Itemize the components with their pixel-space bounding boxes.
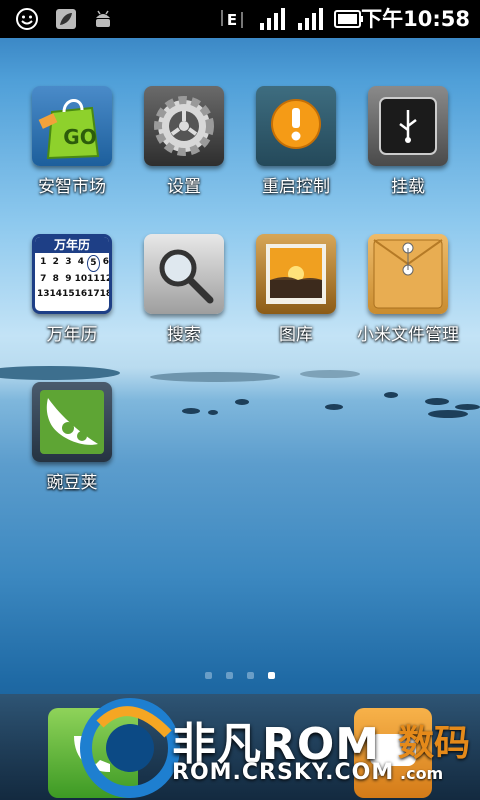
calendar-day: 9 — [65, 274, 72, 284]
watermark-logo — [80, 698, 180, 798]
calendar-day: 16 — [74, 289, 88, 299]
calendar-day: 12 — [99, 274, 112, 284]
android-debug-icon — [92, 6, 114, 32]
app-settings[interactable]: 设置 — [128, 86, 240, 216]
pea-pod-icon — [32, 382, 112, 462]
go-shopping-bag-icon: GO — [32, 86, 112, 166]
calendar-day: 5 — [87, 255, 100, 272]
page-dot[interactable] — [268, 672, 275, 679]
calendar-day: 7 — [40, 274, 47, 284]
app-label: 小米文件管理 — [357, 325, 459, 345]
clock: 下午10:58 — [361, 7, 470, 31]
app-label: 豌豆荚 — [46, 473, 98, 493]
calendar-day: 10 — [74, 274, 88, 284]
app-wandoujia[interactable]: 豌豆荚 — [16, 382, 128, 512]
page-indicator[interactable] — [205, 672, 285, 682]
calendar-day: 3 — [65, 257, 72, 267]
calendar-day: 8 — [52, 274, 59, 284]
page-dot[interactable] — [247, 672, 254, 679]
signal-1-icon — [258, 6, 286, 32]
calendar-title: 万年历 — [35, 237, 109, 253]
page-dot[interactable] — [226, 672, 233, 679]
watermark-side-domain: .com — [400, 764, 444, 783]
app-search[interactable]: 搜索 — [128, 234, 240, 364]
gallery-sunset-icon — [256, 234, 336, 314]
home-screen: E 下午10:58 GO 安智市场 设置 重启控制 挂载 万年历 1 2 3 4… — [0, 0, 480, 800]
watermark-side-text: 数码 — [398, 723, 471, 764]
calendar-days: 1 2 3 4 5 6 7 8 9 10 11 12 13 14 15 16 17 18 — [35, 253, 109, 302]
calendar-day: 18 — [99, 289, 112, 299]
battery-icon — [334, 6, 364, 32]
calendar-day: 2 — [52, 257, 59, 267]
usb-icon — [368, 86, 448, 166]
data-activity-icon: E — [218, 6, 246, 32]
leaf-notification-icon — [54, 6, 78, 32]
signal-2-icon — [296, 6, 324, 32]
app-anzhi-market[interactable]: GO 安智市场 — [16, 86, 128, 216]
app-mi-file-manager[interactable]: 小米文件管理 — [352, 234, 464, 364]
app-gallery[interactable]: 图库 — [240, 234, 352, 364]
calendar-day: 15 — [62, 289, 75, 299]
calendar-day: 13 — [37, 289, 50, 299]
calendar-day: 14 — [49, 289, 63, 299]
exclamation-icon — [256, 86, 336, 166]
envelope-folder-icon — [368, 234, 448, 314]
magnifier-icon — [144, 234, 224, 314]
app-label: 挂载 — [391, 177, 425, 197]
calendar-icon: 万年历 1 2 3 4 5 6 7 8 9 10 11 12 13 14 15 16 17 18 — [32, 234, 112, 314]
page-dot[interactable] — [205, 672, 212, 679]
network-type: E — [227, 11, 237, 29]
calendar-day: 11 — [87, 274, 100, 284]
smiley-icon — [14, 6, 40, 32]
calendar-day: 4 — [77, 257, 84, 267]
calendar-day: 6 — [102, 257, 110, 267]
status-bar: E 下午10:58 — [0, 0, 480, 38]
gear-icon — [144, 86, 224, 166]
watermark-url: ROM.CRSKY.COM — [172, 760, 395, 785]
calendar-day: 1 — [40, 257, 47, 267]
app-reboot-control[interactable]: 重启控制 — [240, 86, 352, 216]
app-mount[interactable]: 挂载 — [352, 86, 464, 216]
go-badge: GO — [63, 125, 96, 149]
app-calendar[interactable]: 万年历 1 2 3 4 5 6 7 8 9 10 11 12 13 14 15 16 17 18 万年历 — [16, 234, 128, 364]
watermark: 非凡ROM ROM.CRSKY.COM 数码 .com — [80, 694, 480, 800]
calendar-day: 17 — [87, 289, 100, 299]
